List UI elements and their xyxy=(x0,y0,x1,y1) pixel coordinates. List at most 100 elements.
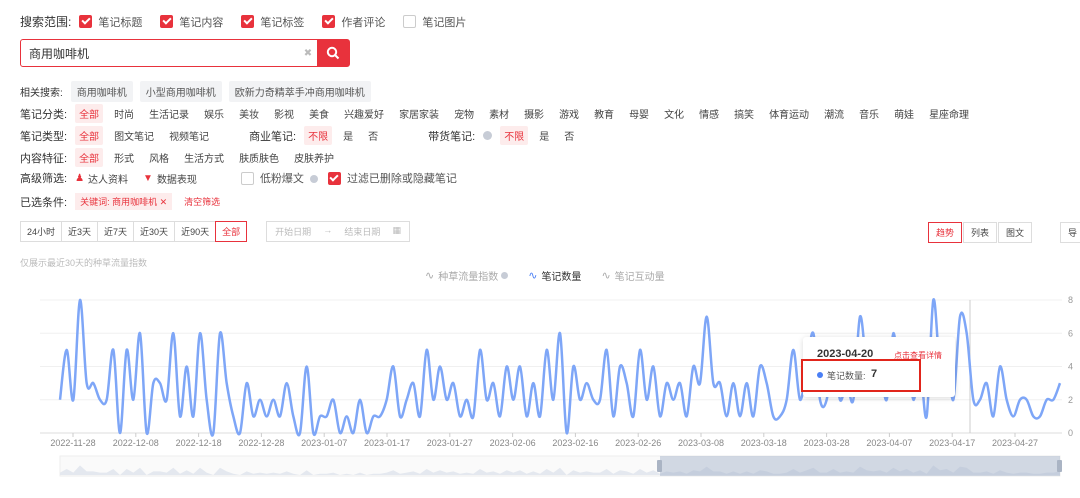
data-point xyxy=(326,416,327,417)
data-point xyxy=(73,399,74,400)
data-point xyxy=(293,416,294,417)
data-point xyxy=(306,366,307,367)
data-point xyxy=(446,399,447,400)
data-point xyxy=(166,399,167,400)
x-tick-label: 2023-02-16 xyxy=(552,438,598,448)
data-point xyxy=(746,383,747,384)
data-point xyxy=(319,416,320,417)
data-point xyxy=(333,399,334,400)
data-point xyxy=(666,383,667,384)
x-tick-label: 2023-04-07 xyxy=(866,438,912,448)
data-point xyxy=(619,366,620,367)
data-point xyxy=(346,416,347,417)
data-point xyxy=(113,349,114,350)
data-point xyxy=(1006,399,1007,400)
data-point xyxy=(813,333,814,334)
data-point xyxy=(1019,399,1020,400)
data-point xyxy=(59,399,60,400)
y-tick-label: 8 xyxy=(1068,295,1073,305)
data-point xyxy=(973,399,974,400)
data-point xyxy=(439,366,440,367)
y-tick-label: 4 xyxy=(1068,362,1073,372)
data-point xyxy=(253,416,254,417)
data-point xyxy=(159,383,160,384)
data-point xyxy=(219,333,220,334)
data-point xyxy=(979,399,980,400)
data-point xyxy=(646,399,647,400)
data-point xyxy=(173,333,174,334)
overview-handle[interactable] xyxy=(1057,460,1062,472)
data-point xyxy=(299,432,300,433)
data-point xyxy=(713,383,714,384)
data-point xyxy=(193,416,194,417)
data-point xyxy=(686,416,687,417)
data-point xyxy=(993,416,994,417)
y-tick-label: 0 xyxy=(1068,428,1073,438)
data-point xyxy=(793,349,794,350)
data-point xyxy=(933,299,934,300)
data-point xyxy=(466,399,467,400)
data-point xyxy=(1059,383,1060,384)
x-tick-label: 2022-12-08 xyxy=(113,438,159,448)
data-point xyxy=(279,416,280,417)
trend-chart[interactable]: 0 2 4 6 8 2022-11-28 2022-12-08 2022-12-18 2022-… xyxy=(0,0,1080,498)
data-point xyxy=(519,366,520,367)
x-tick-label: 2023-03-28 xyxy=(804,438,850,448)
data-point xyxy=(386,399,387,400)
data-point xyxy=(579,399,580,400)
data-point xyxy=(93,383,94,384)
data-point xyxy=(606,349,607,350)
data-point xyxy=(366,432,367,433)
data-point xyxy=(926,416,927,417)
data-point xyxy=(259,399,260,400)
data-point xyxy=(86,383,87,384)
time-range-button[interactable]: 全部 xyxy=(215,221,248,242)
data-point xyxy=(673,399,674,400)
data-point xyxy=(239,432,240,433)
data-point xyxy=(286,383,287,384)
x-tick-label: 2022-12-18 xyxy=(176,438,222,448)
data-point xyxy=(586,383,587,384)
data-point xyxy=(179,416,180,417)
data-point xyxy=(599,399,600,400)
data-point xyxy=(533,383,534,384)
data-point xyxy=(566,432,567,433)
data-point xyxy=(913,399,914,400)
data-point xyxy=(693,366,694,367)
data-point xyxy=(359,399,360,400)
data-point xyxy=(106,399,107,400)
data-point xyxy=(493,383,494,384)
overview-handle[interactable] xyxy=(657,460,662,472)
data-point xyxy=(313,432,314,433)
x-tick-label: 2023-02-26 xyxy=(615,438,661,448)
data-point xyxy=(126,349,127,350)
data-point xyxy=(479,349,480,350)
x-tick-label: 2023-01-07 xyxy=(301,438,347,448)
data-point xyxy=(759,366,760,367)
data-point xyxy=(633,416,634,417)
data-point xyxy=(1013,416,1014,417)
data-point xyxy=(953,399,954,400)
data-point xyxy=(99,399,100,400)
data-point xyxy=(273,399,274,400)
data-point xyxy=(613,416,614,417)
data-point xyxy=(486,399,487,400)
data-point xyxy=(626,383,627,384)
data-point xyxy=(146,432,147,433)
data-point xyxy=(399,416,400,417)
data-point xyxy=(1046,399,1047,400)
data-point xyxy=(506,366,507,367)
x-tick-label: 2023-03-08 xyxy=(678,438,724,448)
data-point xyxy=(679,383,680,384)
data-point xyxy=(739,416,740,417)
data-point xyxy=(573,366,574,367)
data-point xyxy=(999,366,1000,367)
data-point xyxy=(779,416,780,417)
data-point xyxy=(733,383,734,384)
data-point xyxy=(773,416,774,417)
y-tick-label: 6 xyxy=(1068,328,1073,338)
highlight-box xyxy=(801,359,921,392)
data-point xyxy=(799,399,800,400)
data-point xyxy=(1039,416,1040,417)
data-point xyxy=(79,299,80,300)
